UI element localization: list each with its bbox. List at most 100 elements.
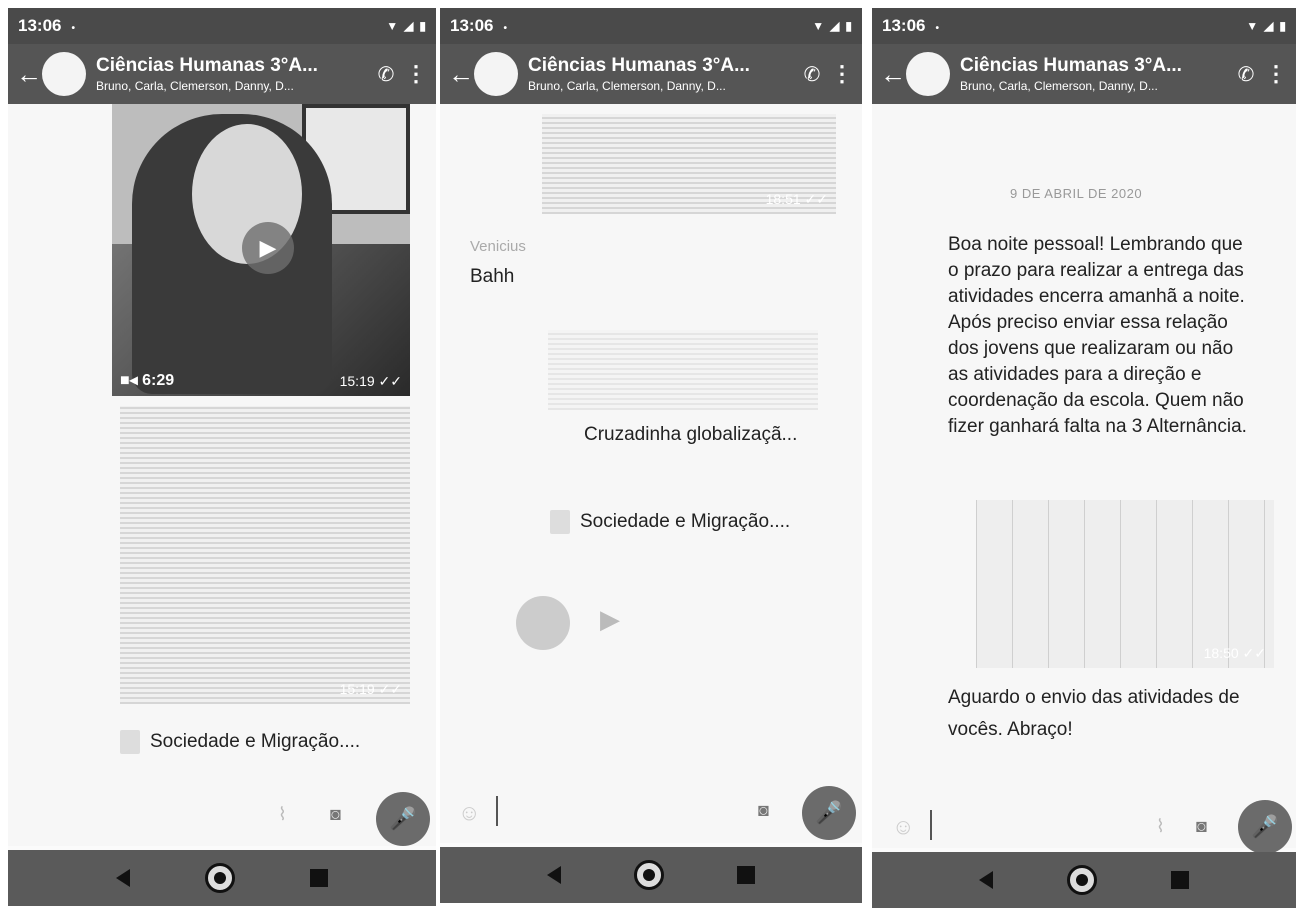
signal-icon: ◢ xyxy=(404,19,414,33)
document-icon xyxy=(120,730,140,754)
message-text: Aguardo o envio das atividades de vocês.… xyxy=(948,687,1240,740)
phone-screen-1: 13:06 • ▼ ◢ ▮ ← Ciências Humanas 3°A... Bru… xyxy=(8,8,436,906)
signal-icon: ◢ xyxy=(1264,19,1274,33)
file-message[interactable]: Sociedade e Migração.... xyxy=(550,510,790,534)
add-call-icon[interactable]: ✆ xyxy=(368,62,404,87)
audio-play-icon[interactable]: ▶ xyxy=(600,604,620,635)
nav-recents-icon[interactable] xyxy=(1171,871,1189,889)
phone-screen-2: 13:06 • ▼ ◢ ▮ ← Ciências Humanas 3°A... Bru… xyxy=(440,8,862,903)
system-nav-bar xyxy=(8,850,436,906)
status-icons: ▼ ◢ ▮ xyxy=(386,19,426,33)
back-arrow-icon[interactable]: ← xyxy=(16,59,42,90)
status-time: 13:06 xyxy=(18,16,62,35)
camera-icon[interactable]: ◙ xyxy=(1196,816,1207,837)
battery-icon: ▮ xyxy=(1279,19,1286,33)
message-time: 18:50 ✓✓ xyxy=(1203,645,1266,661)
message-list[interactable]: 18:51 ✓✓ Venicius Bahh Cruzadinha global… xyxy=(440,104,862,843)
audio-sender-avatar xyxy=(516,596,570,650)
phone-screen-3: 13:06 • ▼ ◢ ▮ ← Ciências Humanas 3°A... Bru… xyxy=(872,8,1296,908)
status-time: 13:06 xyxy=(882,16,926,35)
attach-icon[interactable]: ⌇ xyxy=(278,804,287,825)
battery-icon: ▮ xyxy=(419,19,426,33)
message-input-cursor[interactable] xyxy=(930,810,932,840)
status-icons: ▼ ◢ ▮ xyxy=(1246,19,1286,33)
status-bar: 13:06 • ▼ ◢ ▮ xyxy=(440,8,862,44)
message-list[interactable]: ▶ ■◂ 6:29 15:19 ✓✓ 15:19 ✓✓ Sociedade e … xyxy=(8,104,436,846)
add-call-icon[interactable]: ✆ xyxy=(794,62,830,87)
system-nav-bar xyxy=(872,852,1296,908)
chat-title-block[interactable]: Ciências Humanas 3°A... Bruno, Carla, Cl… xyxy=(96,55,368,93)
group-avatar[interactable] xyxy=(474,52,518,96)
video-camera-icon: ■◂ xyxy=(120,372,138,389)
document-caption: Cruzadinha globalizaçã... xyxy=(584,424,798,445)
nav-recents-icon[interactable] xyxy=(737,866,756,884)
back-arrow-icon[interactable]: ← xyxy=(880,59,906,90)
mic-icon[interactable]: 🎤 xyxy=(376,792,430,846)
signal-icon: ◢ xyxy=(830,19,840,33)
document-image-message[interactable]: 15:19 ✓✓ xyxy=(120,406,410,704)
attach-icon[interactable]: ⌇ xyxy=(1156,816,1165,837)
document-preview[interactable] xyxy=(548,330,818,410)
status-bar: 13:06 • ▼ ◢ ▮ xyxy=(8,8,436,44)
wifi-icon: ▼ xyxy=(386,19,399,33)
nav-home-icon[interactable] xyxy=(633,860,664,890)
chat-header: ← Ciências Humanas 3°A... Bruno, Carla, … xyxy=(440,44,862,104)
nav-back-icon[interactable] xyxy=(979,871,993,889)
file-name: Sociedade e Migração.... xyxy=(150,731,361,752)
status-bar: 13:06 • ▼ ◢ ▮ xyxy=(872,8,1296,44)
back-arrow-icon[interactable]: ← xyxy=(448,59,474,90)
more-vert-icon[interactable]: ⋮ xyxy=(1264,61,1288,87)
chat-title-block[interactable]: Ciências Humanas 3°A... Bruno, Carla, Cl… xyxy=(960,55,1228,93)
chat-title: Ciências Humanas 3°A... xyxy=(96,55,318,76)
camera-icon[interactable]: ◙ xyxy=(330,804,341,825)
date-separator: 9 DE ABRIL DE 2020 xyxy=(1010,186,1143,201)
nav-back-icon[interactable] xyxy=(546,866,561,884)
chat-participants: Bruno, Carla, Clemerson, Danny, D... xyxy=(960,79,1158,93)
group-avatar[interactable] xyxy=(42,52,86,96)
video-duration: ■◂ 6:29 xyxy=(120,370,174,390)
chat-participants: Bruno, Carla, Clemerson, Danny, D... xyxy=(528,79,726,93)
mic-icon[interactable]: 🎤 xyxy=(802,786,856,840)
file-name: Sociedade e Migração.... xyxy=(580,511,791,532)
more-vert-icon[interactable]: ⋮ xyxy=(404,61,428,87)
emoji-icon[interactable]: ☺ xyxy=(892,814,914,840)
spreadsheet-image-message[interactable]: 18:50 ✓✓ xyxy=(976,500,1274,668)
message-text: Bahh xyxy=(470,266,515,287)
notification-dot: • xyxy=(71,23,75,34)
battery-icon: ▮ xyxy=(845,19,852,33)
chat-title: Ciências Humanas 3°A... xyxy=(528,55,750,76)
video-message[interactable]: ▶ ■◂ 6:29 15:19 ✓✓ xyxy=(112,104,410,396)
emoji-icon[interactable]: ☺ xyxy=(458,800,480,826)
play-icon[interactable]: ▶ xyxy=(242,222,294,274)
chat-title-block[interactable]: Ciências Humanas 3°A... Bruno, Carla, Cl… xyxy=(528,55,794,93)
message-time: 18:51 ✓✓ xyxy=(765,191,828,207)
nav-recents-icon[interactable] xyxy=(310,869,329,887)
message-time: 15:19 ✓✓ xyxy=(339,373,402,389)
more-vert-icon[interactable]: ⋮ xyxy=(830,61,854,87)
notification-dot: • xyxy=(935,23,939,34)
message-list[interactable]: 9 DE ABRIL DE 2020 Boa noite pessoal! Le… xyxy=(872,104,1296,854)
status-icons: ▼ ◢ ▮ xyxy=(812,19,852,33)
file-message[interactable]: Sociedade e Migração.... xyxy=(120,730,360,754)
nav-back-icon[interactable] xyxy=(115,869,130,887)
camera-icon[interactable]: ◙ xyxy=(758,800,769,821)
system-nav-bar xyxy=(440,847,862,903)
screenshot-collage: 13:06 • ▼ ◢ ▮ ← Ciências Humanas 3°A... Bru… xyxy=(0,0,1302,909)
wifi-icon: ▼ xyxy=(1246,19,1259,33)
notification-dot: • xyxy=(503,23,507,34)
mic-icon[interactable]: 🎤 xyxy=(1238,800,1292,854)
video-duration-label: 6:29 xyxy=(142,372,175,389)
image-message[interactable]: 18:51 ✓✓ xyxy=(542,114,836,214)
message-time: 15:19 ✓✓ xyxy=(339,681,402,697)
wifi-icon: ▼ xyxy=(812,19,825,33)
nav-home-icon[interactable] xyxy=(1067,865,1097,895)
nav-home-icon[interactable] xyxy=(204,863,235,893)
chat-participants: Bruno, Carla, Clemerson, Danny, D... xyxy=(96,79,294,93)
chat-header: ← Ciências Humanas 3°A... Bruno, Carla, … xyxy=(8,44,436,104)
chat-title: Ciências Humanas 3°A... xyxy=(960,55,1182,76)
add-call-icon[interactable]: ✆ xyxy=(1228,62,1264,87)
message-input-cursor[interactable] xyxy=(496,796,498,826)
message-text: Boa noite pessoal! Lembrando que o prazo… xyxy=(948,234,1247,437)
group-avatar[interactable] xyxy=(906,52,950,96)
document-icon xyxy=(550,510,570,534)
